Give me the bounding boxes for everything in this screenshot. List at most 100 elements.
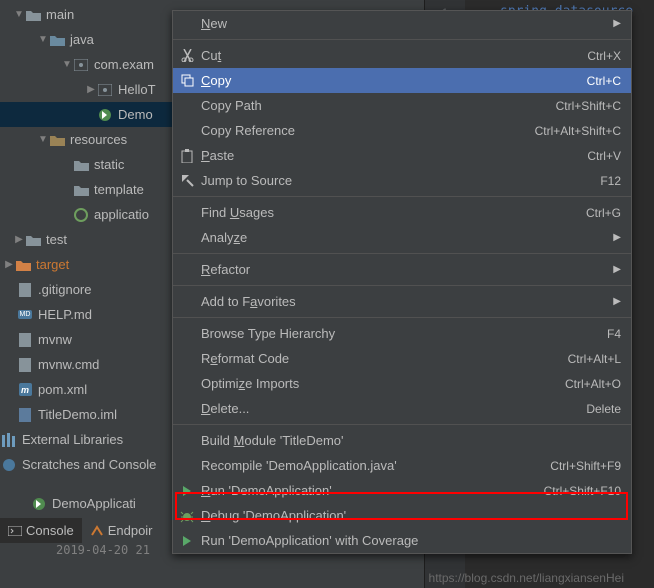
menu-shortcut: Ctrl+Alt+L — [568, 352, 621, 366]
runnable-class-icon — [96, 107, 114, 123]
console-tab[interactable]: Console — [0, 518, 82, 543]
library-icon — [0, 432, 18, 448]
run-icon — [179, 483, 195, 499]
tree-label: resources — [70, 132, 127, 147]
menu-separator — [173, 317, 631, 318]
menu-add-favorites[interactable]: Add to Favorites ▶ — [173, 289, 631, 314]
menu-debug[interactable]: Debug 'DemoApplication' — [173, 503, 631, 528]
menu-label: Delete... — [201, 401, 249, 416]
file-icon — [16, 332, 34, 348]
menu-paste[interactable]: Paste Ctrl+V — [173, 143, 631, 168]
menu-jump-to-source[interactable]: Jump to Source F12 — [173, 168, 631, 193]
menu-separator — [173, 285, 631, 286]
endpoints-icon — [90, 525, 104, 537]
menu-label: Build Module 'TitleDemo' — [201, 433, 344, 448]
menu-label: Cut — [201, 48, 221, 63]
menu-copy-path[interactable]: Copy Path Ctrl+Shift+C — [173, 93, 631, 118]
tree-label: applicatio — [94, 207, 149, 222]
menu-optimize-imports[interactable]: Optimize Imports Ctrl+Alt+O — [173, 371, 631, 396]
menu-shortcut: Ctrl+Alt+Shift+C — [535, 124, 621, 138]
runnable-class-icon — [30, 496, 48, 512]
tree-label: com.exam — [94, 57, 154, 72]
menu-label: Refactor — [201, 262, 250, 277]
menu-separator — [173, 424, 631, 425]
menu-run[interactable]: Run 'DemoApplication' Ctrl+Shift+F10 — [173, 478, 631, 503]
properties-icon — [72, 207, 90, 223]
menu-shortcut: Ctrl+X — [587, 49, 621, 63]
cut-icon — [179, 48, 195, 64]
run-coverage-icon — [179, 533, 195, 549]
tree-label: HELP.md — [38, 307, 92, 322]
menu-shortcut: Ctrl+Shift+F10 — [544, 484, 621, 498]
menu-find-usages[interactable]: Find Usages Ctrl+G — [173, 200, 631, 225]
menu-delete[interactable]: Delete... Delete — [173, 396, 631, 421]
tree-label: .gitignore — [38, 282, 91, 297]
menu-cut[interactable]: Cut Ctrl+X — [173, 43, 631, 68]
tree-label: test — [46, 232, 67, 247]
tree-label: TitleDemo.iml — [38, 407, 117, 422]
menu-copy[interactable]: Copy Ctrl+C — [173, 68, 631, 93]
copy-icon — [179, 73, 195, 89]
package-icon — [96, 82, 114, 98]
menu-recompile[interactable]: Recompile 'DemoApplication.java' Ctrl+Sh… — [173, 453, 631, 478]
tree-label: template — [94, 182, 144, 197]
menu-label: Copy Path — [201, 98, 262, 113]
module-icon — [16, 407, 34, 423]
submenu-arrow-icon: ▶ — [613, 264, 621, 275]
maven-icon: m — [16, 382, 34, 398]
menu-shortcut: F4 — [607, 327, 621, 341]
paste-icon — [179, 148, 195, 164]
menu-shortcut: F12 — [600, 174, 621, 188]
tab-label: Console — [26, 523, 74, 538]
menu-shortcut: Ctrl+G — [586, 206, 621, 220]
tree-label: mvnw — [38, 332, 72, 347]
endpoints-tab[interactable]: Endpoir — [82, 518, 161, 543]
package-icon — [72, 57, 90, 73]
tree-label: target — [36, 257, 69, 272]
resources-folder-icon — [48, 132, 66, 148]
menu-label: Run 'DemoApplication' — [201, 483, 332, 498]
menu-analyze[interactable]: Analyze ▶ — [173, 225, 631, 250]
scratches-icon — [0, 457, 18, 473]
submenu-arrow-icon: ▶ — [613, 18, 621, 29]
tree-label: HelloT — [118, 82, 156, 97]
menu-label: Add to Favorites — [201, 294, 296, 309]
menu-label: Jump to Source — [201, 173, 292, 188]
menu-new[interactable]: New ▶ — [173, 11, 631, 36]
tree-label: External Libraries — [22, 432, 123, 447]
tree-label: pom.xml — [38, 382, 87, 397]
menu-shortcut: Delete — [586, 402, 621, 416]
menu-label: Run 'DemoApplication' with Coverage — [201, 533, 418, 548]
context-menu: New ▶ Cut Ctrl+X Copy Ctrl+C Copy Path C… — [172, 10, 632, 554]
menu-separator — [173, 253, 631, 254]
file-icon — [16, 282, 34, 298]
menu-separator — [173, 39, 631, 40]
tree-label: DemoApplicati — [52, 496, 136, 511]
tree-label: Demo — [118, 107, 153, 122]
menu-run-coverage[interactable]: Run 'DemoApplication' with Coverage — [173, 528, 631, 553]
menu-label: Analyze — [201, 230, 247, 245]
menu-shortcut: Ctrl+Shift+C — [556, 99, 621, 113]
tree-label: mvnw.cmd — [38, 357, 99, 372]
menu-label: New — [201, 16, 227, 31]
menu-label: Paste — [201, 148, 234, 163]
menu-browse-hierarchy[interactable]: Browse Type Hierarchy F4 — [173, 321, 631, 346]
folder-icon — [72, 157, 90, 173]
menu-shortcut: Ctrl+V — [587, 149, 621, 163]
menu-refactor[interactable]: Refactor ▶ — [173, 257, 631, 282]
menu-label: Recompile 'DemoApplication.java' — [201, 458, 397, 473]
menu-reformat-code[interactable]: Reformat Code Ctrl+Alt+L — [173, 346, 631, 371]
submenu-arrow-icon: ▶ — [613, 296, 621, 307]
menu-label: Optimize Imports — [201, 376, 299, 391]
console-icon — [8, 526, 22, 536]
menu-label: Copy — [201, 73, 231, 88]
tree-label: java — [70, 32, 94, 47]
source-folder-icon — [48, 32, 66, 48]
menu-build-module[interactable]: Build Module 'TitleDemo' — [173, 428, 631, 453]
tab-label: Endpoir — [108, 523, 153, 538]
menu-label: Debug 'DemoApplication' — [201, 508, 346, 523]
menu-copy-reference[interactable]: Copy Reference Ctrl+Alt+Shift+C — [173, 118, 631, 143]
markdown-icon: MD — [16, 307, 34, 323]
tree-label: static — [94, 157, 124, 172]
file-icon — [16, 357, 34, 373]
